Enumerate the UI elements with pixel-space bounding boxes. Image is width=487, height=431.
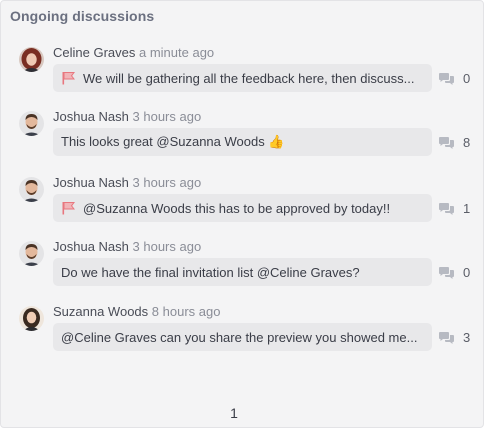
reply-count[interactable]: 3 [438, 330, 470, 345]
reply-count[interactable]: 1 [438, 201, 470, 216]
author-name[interactable]: Celine Graves [53, 45, 135, 60]
comment-icon [438, 136, 455, 150]
discussions-panel: Ongoing discussions Celine Graves a minu… [0, 0, 484, 428]
discussion-meta: Joshua Nash 3 hours ago [53, 175, 201, 191]
avatar-joshua-nash[interactable] [19, 241, 44, 266]
reply-count-value: 3 [463, 330, 471, 345]
flag-icon [61, 201, 76, 215]
discussion-meta: Joshua Nash 3 hours ago [53, 239, 201, 255]
reply-count-value: 1 [463, 201, 471, 216]
avatar-suzanna-woods[interactable] [19, 306, 44, 331]
page-number[interactable]: 1 [230, 405, 238, 421]
pagination: 1 [1, 405, 467, 421]
timestamp: 3 hours ago [132, 239, 202, 254]
flag-icon [61, 71, 76, 85]
comment-icon [438, 72, 455, 86]
discussion-item[interactable]: Joshua Nash 3 hours ago @Suzanna Woods t… [19, 175, 479, 225]
message-text: Do we have the final invitation list @Ce… [61, 264, 360, 280]
avatar-celine-graves[interactable] [19, 47, 44, 72]
discussion-item[interactable]: Joshua Nash 3 hours ago This looks great… [19, 109, 479, 159]
timestamp: 8 hours ago [151, 304, 221, 319]
reply-count[interactable]: 0 [438, 265, 470, 280]
message-bubble[interactable]: Do we have the final invitation list @Ce… [53, 258, 432, 286]
comment-icon [438, 202, 455, 216]
message-text: @Celine Graves can you share the preview… [61, 329, 418, 345]
comment-icon [438, 331, 455, 345]
discussion-meta: Celine Graves a minute ago [53, 45, 214, 61]
message-text: This looks great @Suzanna Woods 👍 [61, 134, 285, 149]
author-name[interactable]: Joshua Nash [53, 175, 129, 190]
message-bubble[interactable]: @Celine Graves can you share the preview… [53, 323, 432, 351]
reply-count[interactable]: 0 [438, 71, 470, 86]
discussion-meta: Suzanna Woods 8 hours ago [53, 304, 220, 320]
discussion-item[interactable]: Suzanna Woods 8 hours ago @Celine Graves… [19, 304, 479, 354]
reply-count-value: 0 [463, 265, 471, 280]
reply-count[interactable]: 8 [438, 135, 470, 150]
message-bubble[interactable]: @Suzanna Woods this has to be approved b… [53, 194, 432, 222]
discussion-item[interactable]: Celine Graves a minute ago We will be ga… [19, 45, 479, 95]
panel-title: Ongoing discussions [10, 8, 155, 24]
reply-count-value: 0 [463, 71, 471, 86]
discussion-meta: Joshua Nash 3 hours ago [53, 109, 201, 125]
avatar-joshua-nash[interactable] [19, 111, 44, 136]
message-text: @Suzanna Woods this has to be approved b… [83, 200, 391, 216]
timestamp: a minute ago [139, 45, 215, 60]
discussion-item[interactable]: Joshua Nash 3 hours ago Do we have the f… [19, 239, 479, 289]
timestamp: 3 hours ago [132, 109, 202, 124]
timestamp: 3 hours ago [132, 175, 202, 190]
author-name[interactable]: Joshua Nash [53, 109, 129, 124]
message-bubble[interactable]: This looks great @Suzanna Woods 👍 [53, 128, 432, 156]
author-name[interactable]: Joshua Nash [53, 239, 129, 254]
message-bubble[interactable]: We will be gathering all the feedback he… [53, 64, 432, 92]
author-name[interactable]: Suzanna Woods [53, 304, 148, 319]
avatar-joshua-nash[interactable] [19, 177, 44, 202]
reply-count-value: 8 [463, 135, 471, 150]
message-text: We will be gathering all the feedback he… [83, 70, 415, 86]
comment-icon [438, 266, 455, 280]
